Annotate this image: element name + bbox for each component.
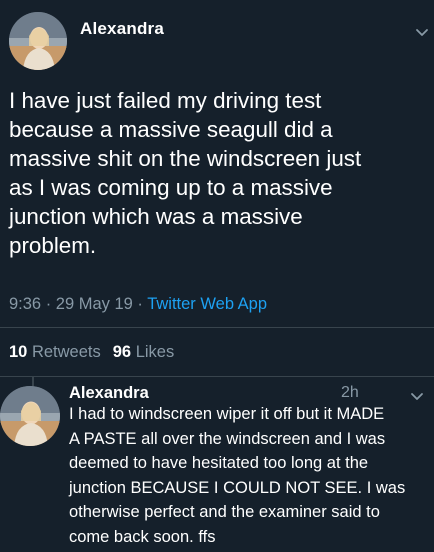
- avatar-photo: [0, 386, 60, 446]
- likes-stat[interactable]: 96 Likes: [113, 343, 174, 361]
- tweet-timestamp[interactable]: 9:36 · 29 May 19 ·: [9, 295, 147, 313]
- thread-connector: [32, 376, 34, 386]
- tweet-source-app[interactable]: Twitter Web App: [147, 295, 267, 313]
- chevron-down-icon[interactable]: [414, 27, 430, 39]
- likes-count: 96: [112, 343, 132, 361]
- tweet-text: I have just failed my driving test becau…: [9, 88, 362, 258]
- author-avatar[interactable]: [9, 12, 67, 70]
- reply-text: I had to windscreen wiper it off but it …: [69, 405, 406, 546]
- retweets-count: 10: [9, 343, 28, 361]
- retweets-stat[interactable]: 10 Retweets: [9, 343, 101, 361]
- likes-label: Likes: [135, 343, 175, 361]
- tweet-stats: 10 Retweets 96 Likes: [9, 343, 174, 362]
- divider: [0, 376, 434, 377]
- reply-author-name[interactable]: Alexandra: [69, 384, 149, 403]
- reply-author-avatar[interactable]: [0, 386, 60, 446]
- tweet-meta: 9:36 · 29 May 19 · Twitter Web App: [9, 295, 267, 314]
- author-name[interactable]: Alexandra: [80, 19, 164, 39]
- avatar-photo: [9, 12, 67, 70]
- divider: [0, 327, 434, 328]
- retweets-label: Retweets: [31, 343, 101, 361]
- reply-timestamp[interactable]: 2h: [341, 384, 359, 402]
